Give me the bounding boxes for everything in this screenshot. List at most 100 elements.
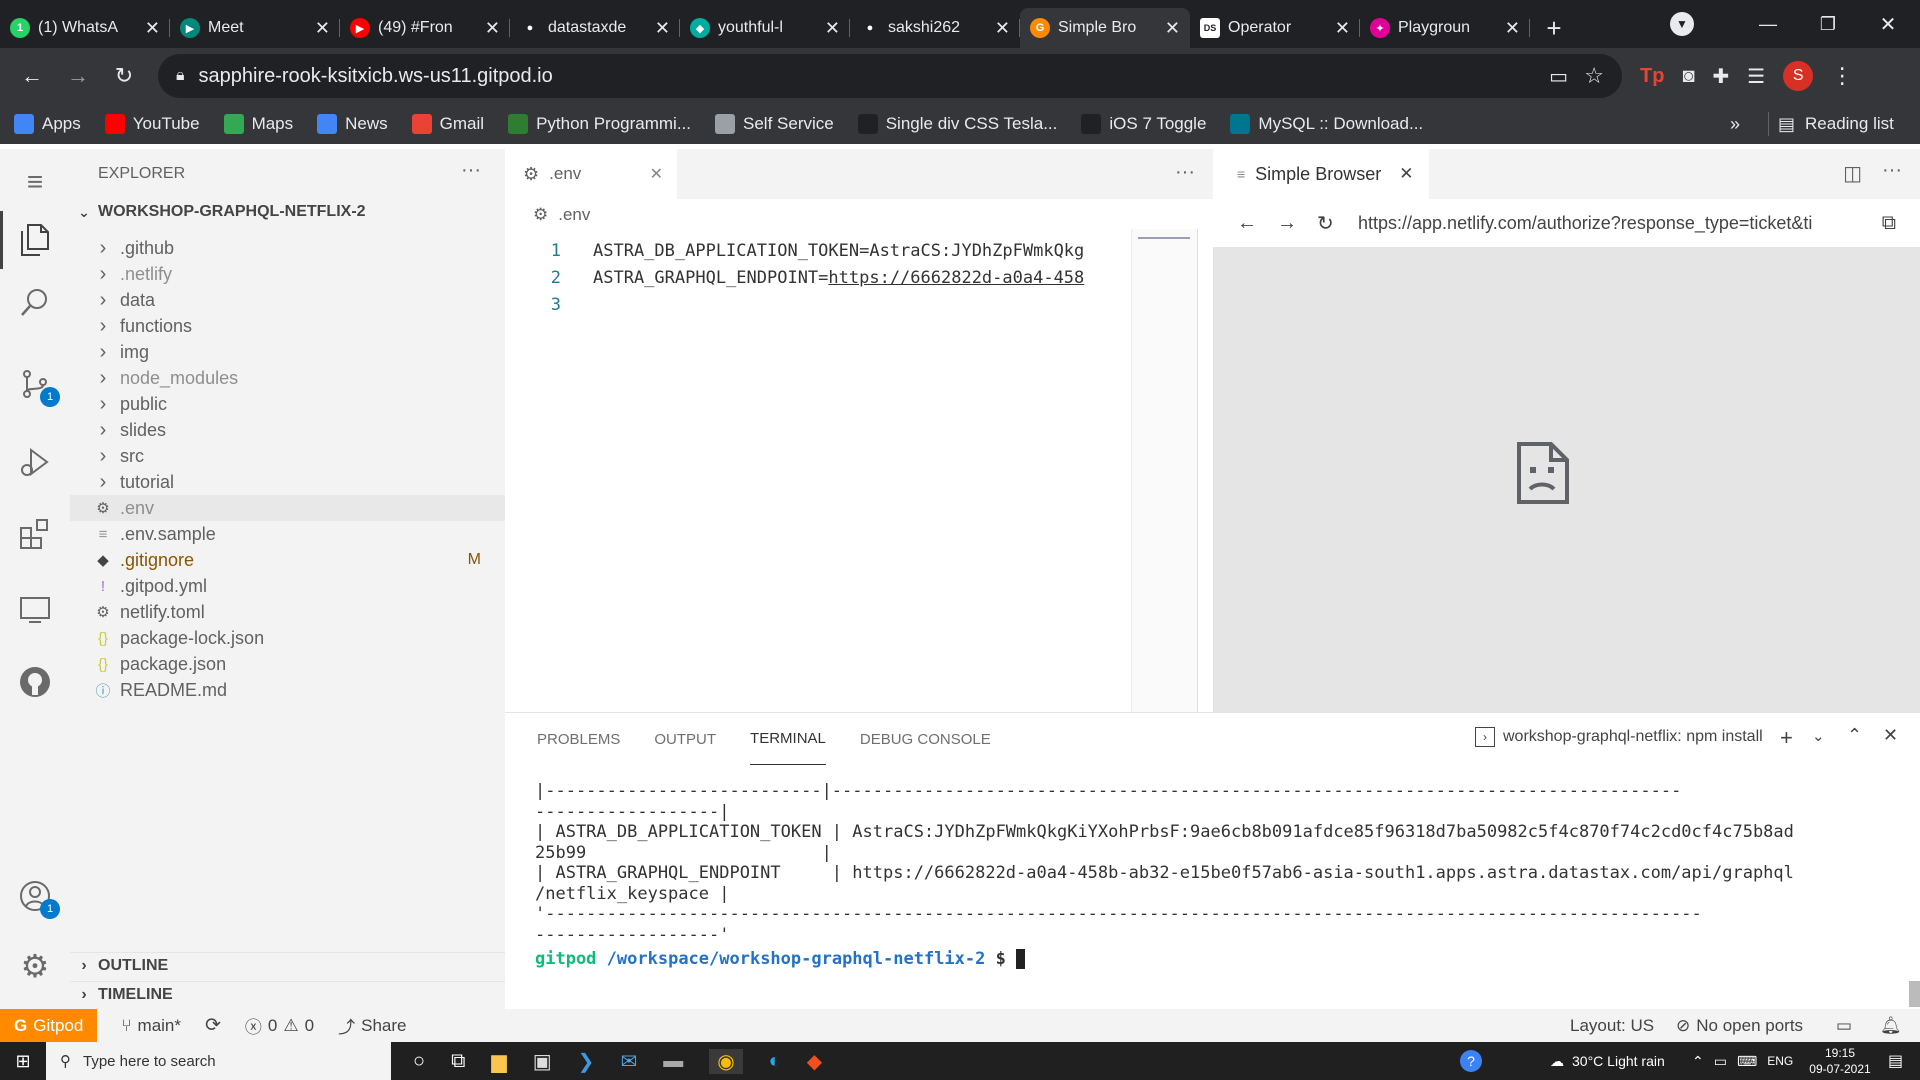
file-item[interactable]: ⚙ .env [70, 495, 505, 521]
branch-indicator[interactable]: ⑂ main* [121, 1016, 181, 1036]
terminal-selector[interactable]: › workshop-graphql-netflix: npm install [1475, 727, 1763, 747]
bookmark-item[interactable]: Python Programmi... [508, 114, 691, 134]
project-header[interactable]: ⌄ WORKSHOP-GRAPHQL-NETFLIX-2 [70, 197, 505, 227]
folder-item[interactable]: › public [70, 391, 505, 417]
figma-icon[interactable]: ◆ [807, 1049, 822, 1074]
outline-section[interactable]: › OUTLINE [70, 952, 505, 978]
sync-icon[interactable]: ⟳ [205, 1014, 221, 1037]
browser-tab[interactable]: DS Operator ✕ [1190, 8, 1360, 48]
new-terminal-icon[interactable]: + [1780, 725, 1793, 751]
run-debug-icon[interactable] [12, 439, 58, 485]
terminal-output[interactable]: |---------------------------|-----------… [505, 773, 1905, 1010]
browser-tab[interactable]: ◆ youthful-l ✕ [680, 8, 850, 48]
address-bar[interactable]: 🔒︎ sapphire-rook-ksitxicb.ws-us11.gitpod… [158, 54, 1622, 98]
editor-tab-env[interactable]: ⚙ .env ✕ [505, 149, 677, 199]
settings-gear-icon[interactable]: ⚙ [12, 943, 58, 989]
folder-item[interactable]: › node_modules [70, 365, 505, 391]
browser-tab[interactable]: G Simple Bro ✕ [1020, 8, 1190, 48]
star-icon[interactable]: ☆ [1584, 63, 1604, 89]
timeline-section[interactable]: › TIMELINE [70, 981, 505, 1007]
bookmark-item[interactable]: YouTube [104, 114, 200, 134]
open-external-icon[interactable]: ⧉ [1882, 212, 1896, 235]
bookmark-item[interactable]: MySQL :: Download... [1230, 114, 1423, 134]
close-tab-icon[interactable]: ✕ [145, 18, 160, 39]
minimize-button[interactable]: — [1738, 14, 1798, 35]
task-view-icon[interactable]: ⧉ [451, 1050, 465, 1073]
gitpod-button[interactable]: G Gitpod [0, 1009, 98, 1042]
clock[interactable]: 19:15 09-07-2021 [1800, 1045, 1880, 1077]
close-tab-icon[interactable]: ✕ [1335, 18, 1350, 39]
explorer-files-icon[interactable] [12, 217, 58, 263]
source-control-icon[interactable]: 1 [12, 361, 60, 407]
camera-icon[interactable]: ◙ [1682, 65, 1694, 88]
close-icon[interactable]: ✕ [650, 164, 663, 184]
close-tab-icon[interactable]: ✕ [825, 18, 840, 39]
tab-search-icon[interactable]: ▼ [1670, 12, 1694, 36]
panel-tab[interactable]: PROBLEMS [537, 713, 620, 765]
restore-button[interactable]: ❐ [1798, 14, 1858, 35]
problems-indicator[interactable]: ⓧ 0 ⚠ 0 [245, 1013, 314, 1038]
browser-tab[interactable]: ▶ (49) #Fron ✕ [340, 8, 510, 48]
ports-indicator[interactable]: ⊘ No open ports [1676, 1016, 1803, 1036]
file-item[interactable]: {} package.json [70, 651, 505, 677]
reload-icon[interactable]: ↻ [1317, 211, 1334, 236]
close-panel-icon[interactable]: ✕ [1883, 725, 1898, 746]
chrome-icon[interactable]: ◉ [709, 1048, 743, 1074]
close-tab-icon[interactable]: ✕ [1505, 18, 1520, 39]
browser-tab[interactable]: ✦ Playgroun ✕ [1360, 8, 1530, 48]
search-icon[interactable] [12, 279, 58, 325]
keyboard-layout[interactable]: Layout: US [1570, 1016, 1654, 1036]
back-button[interactable]: ← [12, 56, 52, 96]
forward-button[interactable]: → [58, 56, 98, 96]
close-tab-icon[interactable]: ✕ [655, 18, 670, 39]
github-icon[interactable] [12, 659, 58, 705]
file-item[interactable]: {} package-lock.json [70, 625, 505, 651]
close-tab-icon[interactable]: ✕ [995, 18, 1010, 39]
bookmark-item[interactable]: Apps [14, 114, 81, 134]
network-icon[interactable]: ⌨ [1737, 1053, 1757, 1070]
explorer-more-icon[interactable]: ··· [461, 159, 481, 182]
folder-item[interactable]: › slides [70, 417, 505, 443]
extension-tp-icon[interactable]: Tp [1640, 65, 1664, 88]
folder-item[interactable]: › functions [70, 313, 505, 339]
browser-tab[interactable]: ▶ Meet ✕ [170, 8, 340, 48]
new-tab-button[interactable]: + [1530, 8, 1578, 48]
chevron-up-icon[interactable]: ⌃ [1692, 1053, 1704, 1070]
extensions-puzzle-icon[interactable]: ✚ [1713, 64, 1730, 89]
language-indicator[interactable]: ENG [1767, 1054, 1793, 1068]
split-editor-icon[interactable]: ◫ [1843, 161, 1862, 186]
mail-icon[interactable]: ✉ [620, 1049, 637, 1074]
browser-tab[interactable]: 1 (1) WhatsA ✕ [0, 8, 170, 48]
battery-icon[interactable]: ▭ [1714, 1053, 1727, 1070]
close-tab-icon[interactable]: ✕ [315, 18, 330, 39]
vscode-icon[interactable]: ❯ [578, 1049, 595, 1074]
file-item[interactable]: ⚙ netlify.toml [70, 599, 505, 625]
notifications-bell-icon[interactable]: 🔔︎ [1880, 1016, 1902, 1036]
panel-tab[interactable]: OUTPUT [654, 713, 716, 765]
menu-kebab-icon[interactable]: ⋮ [1831, 63, 1853, 89]
close-window-button[interactable]: ✕ [1858, 12, 1918, 37]
store-icon[interactable]: ▣ [533, 1049, 552, 1074]
close-tab-icon[interactable]: ✕ [1165, 18, 1180, 39]
extensions-icon[interactable] [12, 511, 58, 557]
maximize-panel-icon[interactable]: ⌃ [1847, 725, 1862, 746]
profile-avatar[interactable]: S [1783, 61, 1814, 91]
minimap[interactable] [1131, 229, 1197, 712]
clipboard-icon[interactable]: ▭ [1549, 64, 1568, 89]
file-explorer-icon[interactable]: ▆ [491, 1049, 506, 1074]
share-button[interactable]: ⤴ Share [338, 1013, 406, 1038]
back-icon[interactable]: ← [1237, 212, 1257, 235]
close-icon[interactable]: ✕ [1399, 164, 1413, 184]
folder-item[interactable]: › src [70, 443, 505, 469]
simple-browser-viewport[interactable] [1213, 247, 1920, 712]
media-control-icon[interactable]: ☰ [1747, 64, 1765, 89]
more-bookmarks-icon[interactable]: » [1730, 114, 1740, 135]
folder-item[interactable]: › img [70, 339, 505, 365]
bookmark-item[interactable]: News [317, 114, 388, 134]
editor-scrollbar[interactable] [1197, 229, 1211, 712]
reading-list-button[interactable]: ▤ Reading list [1778, 114, 1894, 135]
file-item[interactable]: ⓘ README.md [70, 677, 505, 703]
panel-tab[interactable]: TERMINAL [750, 713, 826, 765]
browser-tab[interactable]: ● sakshi262 ✕ [850, 8, 1020, 48]
terminal-prompt[interactable]: gitpod /workspace/workshop-graphql-netfl… [535, 949, 1025, 969]
